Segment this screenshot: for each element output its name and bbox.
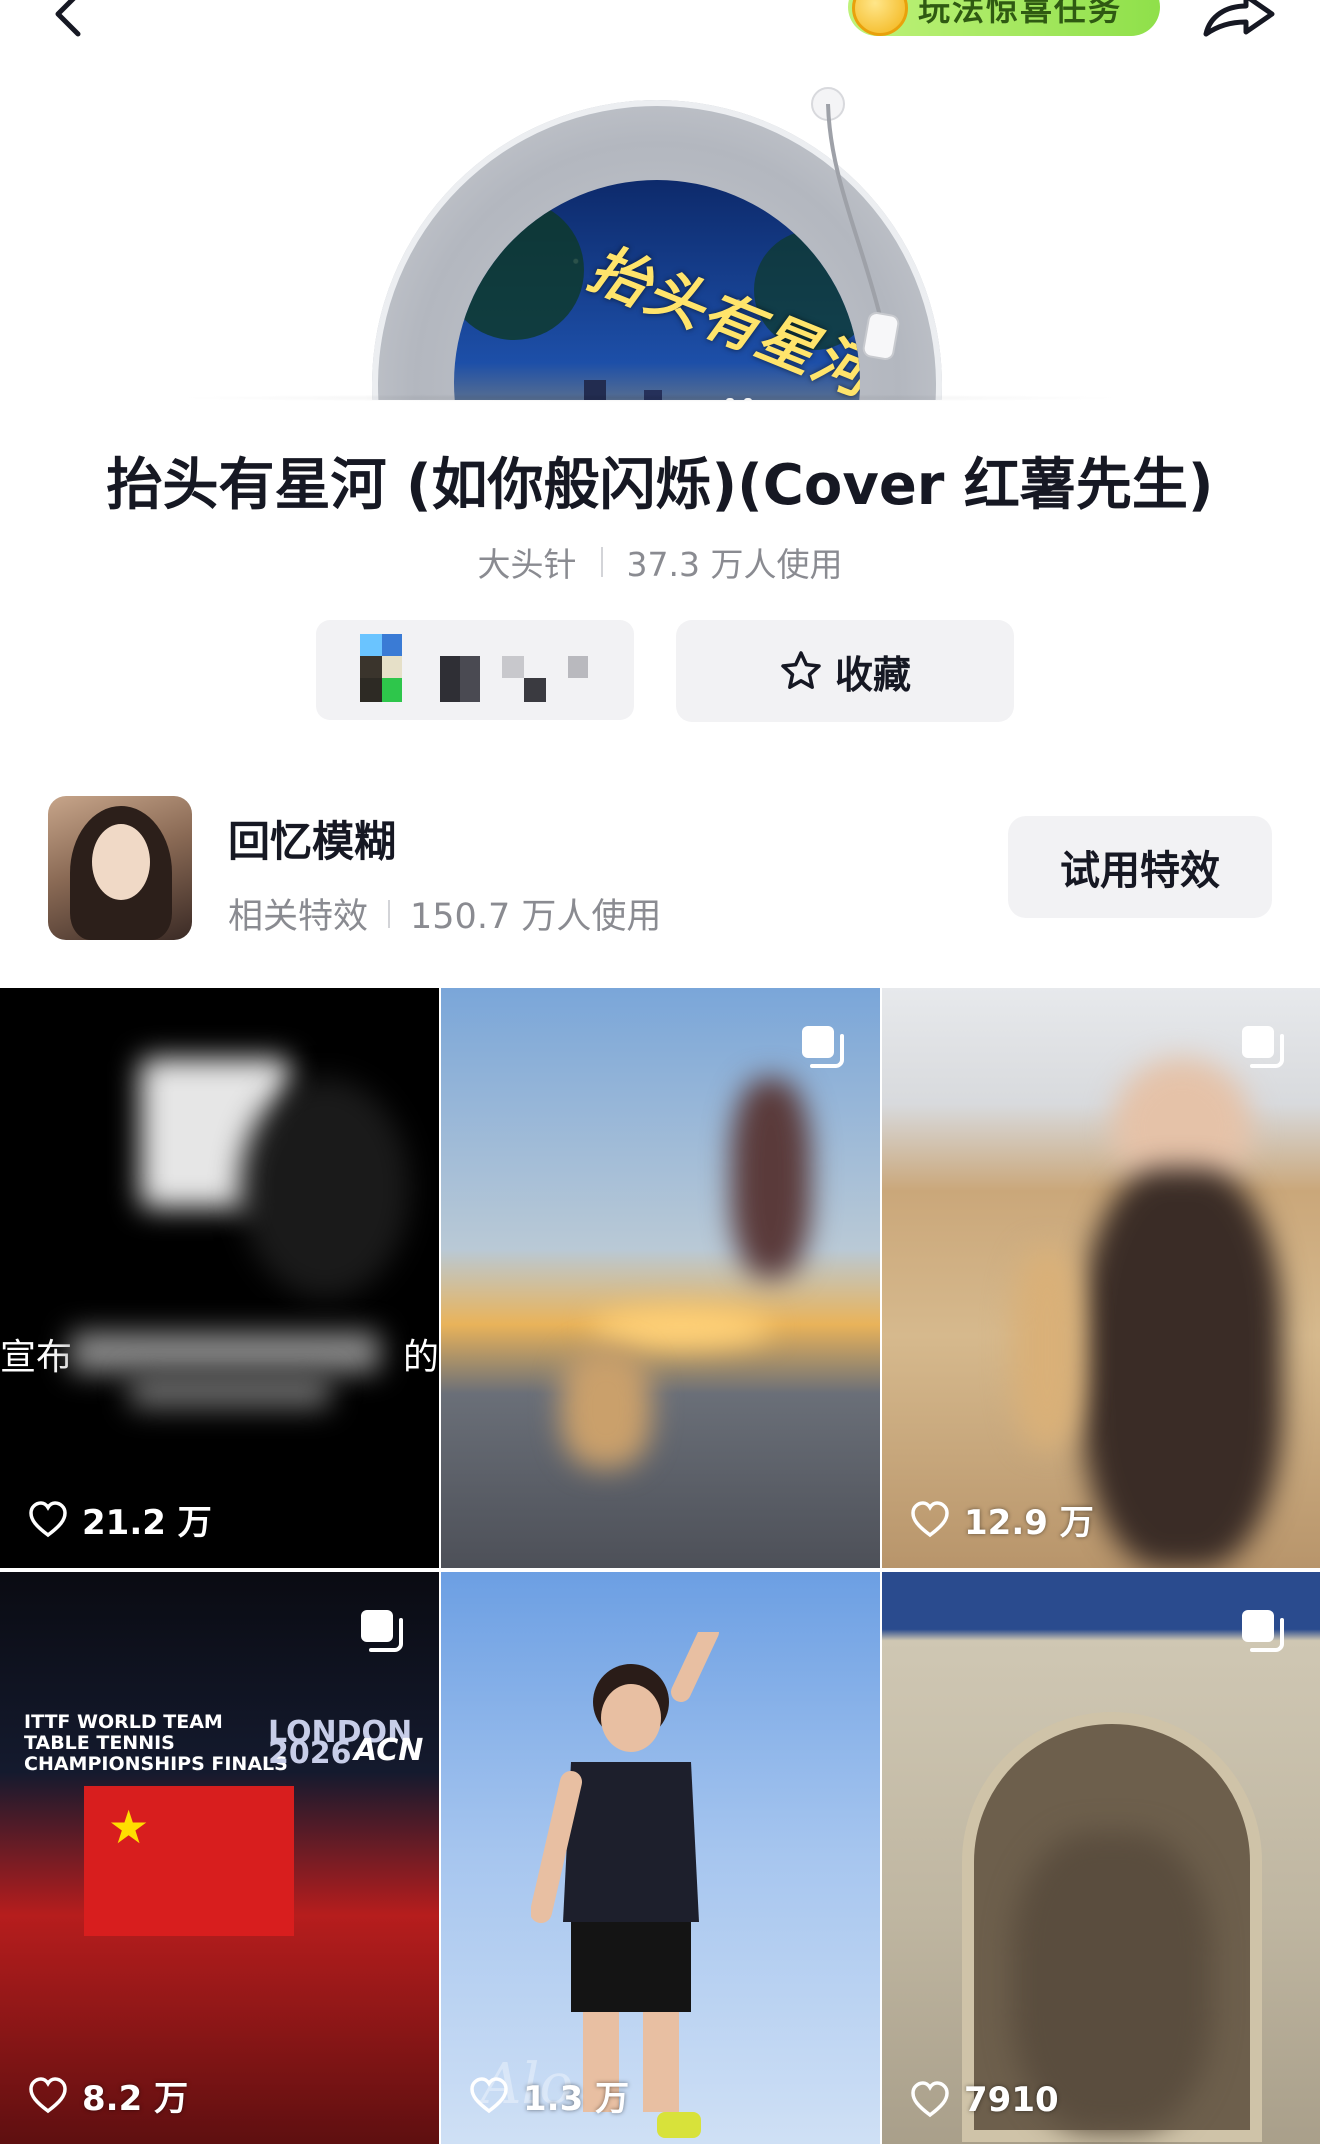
- heart-icon: [29, 1500, 67, 1537]
- redacted-pixel: [524, 678, 546, 702]
- heart-icon: [911, 1500, 949, 1537]
- try-effect-button[interactable]: 试用特效: [1008, 816, 1272, 918]
- heart-icon: [470, 2076, 508, 2113]
- record-base-line: [170, 394, 1130, 402]
- heart-icon: [911, 2081, 949, 2118]
- sun-glow: [591, 1308, 771, 1348]
- song-meta: 大头针 37.3 万人使用: [0, 538, 1320, 586]
- blurred-shelf: [1012, 1248, 1082, 1448]
- chevron-left-icon[interactable]: [48, 0, 92, 44]
- video-card[interactable]: 12.9 万: [882, 988, 1320, 1568]
- effect-avatar[interactable]: [48, 796, 192, 940]
- favorite-button[interactable]: 收藏: [676, 620, 1014, 722]
- redacted-pixel: [360, 656, 382, 678]
- multi-image-icon: [802, 1026, 844, 1068]
- video-card[interactable]: 宣布 的 21.2 万: [0, 988, 439, 1568]
- like-count: 8.2 万: [28, 2071, 188, 2120]
- video-card[interactable]: 7910: [882, 1572, 1320, 2144]
- redacted-pixel: [440, 656, 460, 702]
- like-value: 21.2 万: [82, 1503, 212, 1543]
- multi-image-icon: [1242, 1610, 1284, 1652]
- star-outline-icon: [781, 651, 821, 689]
- banner-sponsor: ACN: [354, 1733, 424, 1768]
- like-value: 8.2 万: [82, 2079, 189, 2119]
- redacted-pixel: [360, 678, 382, 702]
- flag-star: ★: [108, 1800, 150, 1854]
- video-card[interactable]: [441, 988, 880, 1568]
- like-count: 7910: [910, 2080, 1059, 2120]
- blurred-reflection: [561, 1348, 651, 1468]
- blurred-caption: [70, 1332, 380, 1372]
- video-card[interactable]: ITTF WORLD TEAM TABLE TENNIS CHAMPIONSHI…: [0, 1572, 439, 2144]
- redacted-pixel: [460, 656, 480, 702]
- effect-usage-count: 150.7 万人使用: [410, 897, 662, 937]
- redacted-pixel: [360, 634, 382, 656]
- effect-category: 相关特效: [228, 897, 369, 937]
- video-caption-end: 的: [402, 1337, 439, 1378]
- effect-meta: 相关特效 150.7 万人使用: [228, 888, 661, 939]
- blurred-image: [240, 1078, 410, 1298]
- video-card[interactable]: Alo 1.3 万: [441, 1572, 880, 2144]
- coin-icon: [852, 0, 908, 36]
- redacted-pixel: [568, 656, 588, 678]
- use-music-button[interactable]: [316, 620, 634, 720]
- task-label: 玩法惊喜任务: [918, 0, 1123, 28]
- like-value: 1.3 万: [523, 2079, 630, 2119]
- heart-icon: [29, 2076, 67, 2113]
- redacted-pixel: [382, 634, 402, 656]
- national-flag: ★: [84, 1786, 294, 1936]
- song-author[interactable]: 大头针: [478, 538, 577, 586]
- blurred-caption: [130, 1374, 330, 1408]
- redacted-pixel: [382, 656, 402, 678]
- like-value: 7910: [964, 2080, 1059, 2120]
- video-caption: 宣布: [0, 1337, 73, 1378]
- blurred-person: [731, 1078, 811, 1278]
- like-count: 1.3 万: [469, 2071, 629, 2120]
- tonearm: [811, 87, 900, 361]
- like-value: 12.9 万: [964, 1503, 1094, 1543]
- blurred-person-body: [1082, 1168, 1282, 1568]
- surprise-task-button[interactable]: 玩法惊喜任务: [848, 0, 1160, 36]
- favorite-label: 收藏: [834, 652, 911, 697]
- video-grid: 宣布 的 21.2 万 12.9 万 ITTF WORLD TEAM TABLE…: [0, 988, 1320, 2144]
- event-banner: ITTF WORLD TEAM TABLE TENNIS CHAMPIONSHI…: [24, 1712, 434, 1782]
- like-count: 12.9 万: [910, 1495, 1094, 1544]
- meta-divider: [600, 547, 603, 577]
- multi-image-icon: [1242, 1026, 1284, 1068]
- meta-divider: [388, 899, 391, 928]
- song-title: 抬头有星河 (如你般闪烁)(Cover 红薯先生): [106, 453, 1214, 518]
- redacted-pixel: [382, 678, 402, 702]
- like-count: 21.2 万: [28, 1495, 212, 1544]
- avatar-face: [92, 824, 150, 900]
- song-usage-count: 37.3 万人使用: [626, 545, 843, 584]
- multi-image-icon: [361, 1610, 403, 1652]
- effect-name[interactable]: 回忆模糊: [228, 808, 396, 869]
- redacted-pixel: [502, 656, 524, 678]
- share-arrow-icon[interactable]: [1200, 0, 1278, 40]
